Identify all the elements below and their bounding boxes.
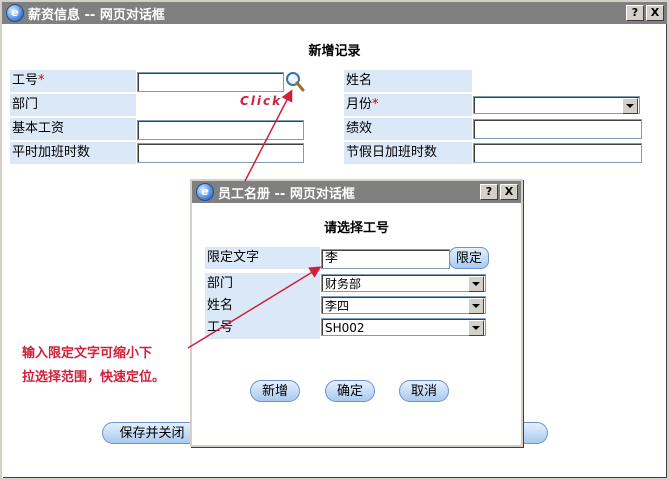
weekday-ot-label: 平时加班时数 <box>10 142 136 164</box>
name-label: 姓名 <box>344 70 472 92</box>
filter-input[interactable]: 李 <box>321 249 450 269</box>
filter-button[interactable]: 限定 <box>449 247 489 269</box>
base-salary-label: 基本工资 <box>10 118 136 140</box>
chevron-down-icon[interactable] <box>468 320 484 336</box>
dialog-help-button[interactable]: ? <box>480 184 498 200</box>
dialog-dept-label: 部门 <box>205 273 320 295</box>
performance-input[interactable] <box>473 119 642 139</box>
emp-no-input[interactable] <box>137 72 284 92</box>
emp-no-label: 工号* <box>10 70 136 92</box>
cancel-button[interactable]: 取消 <box>399 380 449 402</box>
chevron-down-icon[interactable] <box>468 276 484 292</box>
dept-select[interactable]: 财务部 <box>321 274 486 292</box>
save-close-button[interactable]: 保存并关闭 <box>102 422 202 444</box>
main-window-title: 薪资信息 -- 网页对话框 <box>28 7 165 23</box>
weekday-ot-input[interactable] <box>137 143 304 163</box>
emp-no-select[interactable]: SH002 <box>321 318 486 336</box>
filter-label: 限定文字 <box>205 247 320 269</box>
emp-no-select-value: SH002 <box>325 321 365 335</box>
dept-label: 部门 <box>10 94 136 116</box>
dialog-title: 员工名册 -- 网页对话框 <box>218 186 355 202</box>
name-select[interactable]: 李四 <box>321 296 486 314</box>
performance-label: 绩效 <box>344 118 472 140</box>
dialog-heading: 请选择工号 <box>323 221 389 236</box>
holiday-ot-input[interactable] <box>473 143 642 163</box>
dialog-emp-no-label: 工号 <box>205 317 320 339</box>
employee-dialog: e 员工名册 -- 网页对话框 ? X 请选择工号 限定文字 李 限定 部门 财… <box>190 179 523 447</box>
holiday-ot-label: 节假日加班时数 <box>344 142 472 164</box>
dept-select-value: 财务部 <box>325 277 362 291</box>
main-titlebar: e 薪资信息 -- 网页对话框 ? X <box>2 2 667 24</box>
chevron-down-icon[interactable] <box>622 98 638 114</box>
chevron-down-icon[interactable] <box>468 298 484 314</box>
dialog-titlebar: e 员工名册 -- 网页对话框 ? X <box>192 181 521 203</box>
page-title: 新增记录 <box>308 44 361 59</box>
hint-annotation-line1: 输入限定文字可缩小下 <box>22 346 153 361</box>
hint-annotation-line2: 拉选择范围，快速定位。 <box>22 370 166 385</box>
ie-icon: e <box>6 4 24 22</box>
click-annotation: Click <box>240 94 283 108</box>
add-button[interactable]: 新增 <box>250 380 300 402</box>
dialog-name-label: 姓名 <box>205 295 320 317</box>
magnifier-icon[interactable] <box>285 71 305 93</box>
ok-button[interactable]: 确定 <box>325 380 375 402</box>
name-select-value: 李四 <box>325 299 350 313</box>
base-salary-input[interactable] <box>137 120 304 140</box>
month-select[interactable] <box>473 96 640 114</box>
close-button[interactable]: X <box>646 5 664 21</box>
month-label: 月份* <box>344 94 472 116</box>
help-button[interactable]: ? <box>626 5 644 21</box>
ie-icon: e <box>196 183 214 201</box>
dialog-close-button[interactable]: X <box>500 184 518 200</box>
